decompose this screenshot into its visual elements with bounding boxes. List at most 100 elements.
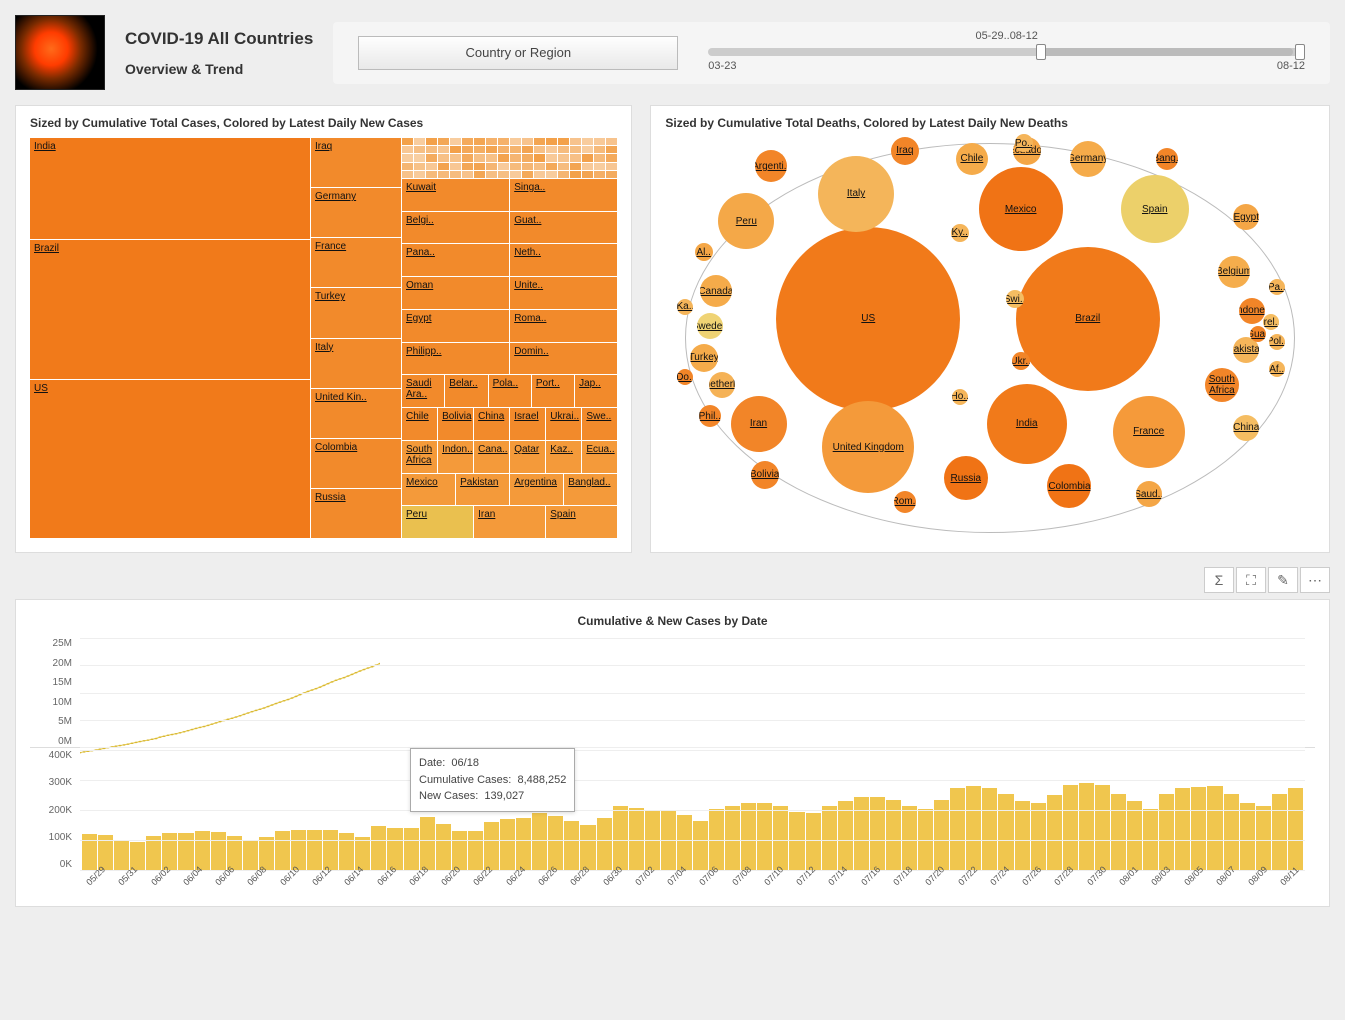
treemap-cell[interactable]: US bbox=[30, 380, 310, 538]
bubble-saud[interactable]: Saud.. bbox=[1136, 481, 1162, 507]
treemap-cell[interactable]: Italy bbox=[311, 339, 401, 388]
bar[interactable] bbox=[1031, 803, 1046, 871]
bubble-mexico[interactable]: Mexico bbox=[979, 167, 1063, 251]
bubble-spain[interactable]: Spain bbox=[1121, 175, 1189, 243]
bar[interactable] bbox=[1288, 788, 1303, 871]
bubble-netherl[interactable]: Netherl.. bbox=[709, 372, 735, 398]
treemap-cell[interactable]: Iraq bbox=[311, 138, 401, 187]
bubble-chart[interactable]: USBrazilMexicoUnited KingdomIndiaItalyFr… bbox=[665, 138, 1315, 538]
treemap-cell[interactable]: Russia bbox=[311, 489, 401, 538]
treemap-cell[interactable]: Qatar bbox=[510, 441, 545, 473]
bubble-colombia[interactable]: Colombia bbox=[1047, 464, 1091, 508]
bubble-brazil[interactable]: Brazil bbox=[1016, 247, 1160, 391]
edit-button[interactable]: ✎ bbox=[1268, 567, 1298, 593]
bar[interactable] bbox=[1047, 795, 1062, 870]
treemap-cell[interactable]: Kuwait bbox=[402, 179, 509, 211]
bubble-chile[interactable]: Chile bbox=[956, 143, 988, 175]
bubble-al[interactable]: Al.. bbox=[695, 243, 713, 261]
bar[interactable] bbox=[741, 803, 756, 871]
bar[interactable] bbox=[854, 797, 869, 871]
bubble-peru[interactable]: Peru bbox=[718, 193, 774, 249]
treemap-cell[interactable]: Colombia bbox=[311, 439, 401, 488]
bubble-phil[interactable]: Phil.. bbox=[699, 405, 721, 427]
bubble-iraq[interactable]: Iraq bbox=[891, 137, 919, 165]
bar[interactable] bbox=[870, 797, 885, 871]
bubble-argenti[interactable]: Argenti.. bbox=[755, 150, 787, 182]
treemap-cell[interactable]: France bbox=[311, 238, 401, 287]
treemap-cell[interactable]: Pana.. bbox=[402, 244, 509, 276]
bar[interactable] bbox=[1240, 803, 1255, 871]
bar[interactable] bbox=[1095, 785, 1110, 871]
slider-handle-start[interactable] bbox=[1036, 44, 1046, 60]
bar[interactable] bbox=[1175, 788, 1190, 871]
more-button[interactable]: ⋯ bbox=[1300, 567, 1330, 593]
treemap-cell[interactable]: Domin.. bbox=[510, 343, 617, 375]
treemap-cell[interactable]: Ukrai.. bbox=[546, 408, 581, 440]
bubble-bang[interactable]: Bang.. bbox=[1156, 148, 1178, 170]
treemap-cell[interactable]: Philipp.. bbox=[402, 343, 509, 375]
bar[interactable] bbox=[982, 788, 997, 871]
bubble-unitedkingdom[interactable]: United Kingdom bbox=[822, 401, 914, 493]
bar[interactable] bbox=[1224, 794, 1239, 871]
treemap-cell[interactable]: Bolivia bbox=[438, 408, 473, 440]
bubble-ky[interactable]: Ky.. bbox=[951, 224, 969, 242]
bar[interactable] bbox=[629, 808, 644, 870]
bar[interactable] bbox=[902, 806, 917, 871]
treemap-cell[interactable]: Oman bbox=[402, 277, 509, 309]
treemap-cell[interactable]: Indon.. bbox=[438, 441, 473, 473]
bubble-pa[interactable]: Pa.. bbox=[1269, 279, 1285, 295]
treemap-cell[interactable]: Peru bbox=[402, 506, 473, 538]
treemap-cell[interactable]: Israel bbox=[510, 408, 545, 440]
treemap-cell[interactable]: Germany bbox=[311, 188, 401, 237]
bar[interactable] bbox=[1111, 794, 1126, 871]
treemap-cell[interactable]: Spain bbox=[546, 506, 617, 538]
treemap-cell[interactable]: Banglad.. bbox=[564, 474, 617, 506]
treemap-cell[interactable]: China bbox=[474, 408, 509, 440]
bar[interactable] bbox=[613, 806, 628, 871]
bar[interactable] bbox=[757, 803, 772, 871]
country-region-button[interactable]: Country or Region bbox=[358, 36, 678, 70]
bar[interactable] bbox=[1207, 786, 1222, 870]
bar[interactable] bbox=[822, 806, 837, 871]
bar[interactable] bbox=[1159, 794, 1174, 871]
treemap-cell[interactable]: Roma.. bbox=[510, 310, 617, 342]
treemap-cell[interactable]: Belgi.. bbox=[402, 212, 509, 244]
combo-chart[interactable]: 25M20M15M10M5M0M 400K300K200K100K0K 05/2… bbox=[30, 638, 1315, 892]
treemap-chart[interactable]: IndiaBrazilUS IraqGermanyFranceTurkeyIta… bbox=[30, 138, 617, 538]
bubble-do[interactable]: Do.. bbox=[677, 369, 693, 385]
treemap-cell[interactable]: United Kin.. bbox=[311, 389, 401, 438]
bar[interactable] bbox=[420, 817, 435, 870]
treemap-cell[interactable]: Swe.. bbox=[582, 408, 617, 440]
treemap-cell[interactable]: Jap.. bbox=[575, 375, 617, 407]
bubble-egypt[interactable]: Egypt bbox=[1233, 204, 1259, 230]
treemap-cell[interactable]: Iran bbox=[474, 506, 545, 538]
bar[interactable] bbox=[1079, 783, 1094, 870]
treemap-cell[interactable]: Unite.. bbox=[510, 277, 617, 309]
treemap-cell[interactable]: Singa.. bbox=[510, 179, 617, 211]
bar[interactable] bbox=[773, 806, 788, 871]
bubble-ukr[interactable]: Ukr.. bbox=[1012, 352, 1030, 370]
bar[interactable] bbox=[966, 786, 981, 870]
treemap-cell[interactable]: Belar.. bbox=[445, 375, 487, 407]
bubble-china[interactable]: China bbox=[1233, 415, 1259, 441]
bubble-india[interactable]: India bbox=[987, 384, 1067, 464]
bubble-russia[interactable]: Russia bbox=[944, 456, 988, 500]
bar[interactable] bbox=[1063, 785, 1078, 871]
slider-track[interactable] bbox=[708, 48, 1305, 56]
treemap-cell[interactable]: India bbox=[30, 138, 310, 239]
bubble-swi[interactable]: Swi.. bbox=[1006, 290, 1024, 308]
bubble-af[interactable]: Af.. bbox=[1269, 361, 1285, 377]
bubble-us[interactable]: US bbox=[776, 227, 960, 411]
fullscreen-button[interactable]: ⛶ bbox=[1236, 567, 1266, 593]
bubble-southafrica[interactable]: South Africa bbox=[1205, 368, 1239, 402]
bubble-pol[interactable]: Pol.. bbox=[1269, 334, 1285, 350]
slider-handle-end[interactable] bbox=[1295, 44, 1305, 60]
bubble-rom[interactable]: Rom.. bbox=[894, 491, 916, 513]
bubble-ho[interactable]: Ho.. bbox=[952, 389, 968, 405]
bar[interactable] bbox=[1191, 787, 1206, 870]
bubble-iran[interactable]: Iran bbox=[731, 396, 787, 452]
bubble-canada[interactable]: Canada bbox=[700, 275, 732, 307]
treemap-cell[interactable]: Mexico bbox=[402, 474, 455, 506]
bar[interactable] bbox=[1272, 794, 1287, 871]
bubble-turkey[interactable]: Turkey bbox=[690, 344, 718, 372]
